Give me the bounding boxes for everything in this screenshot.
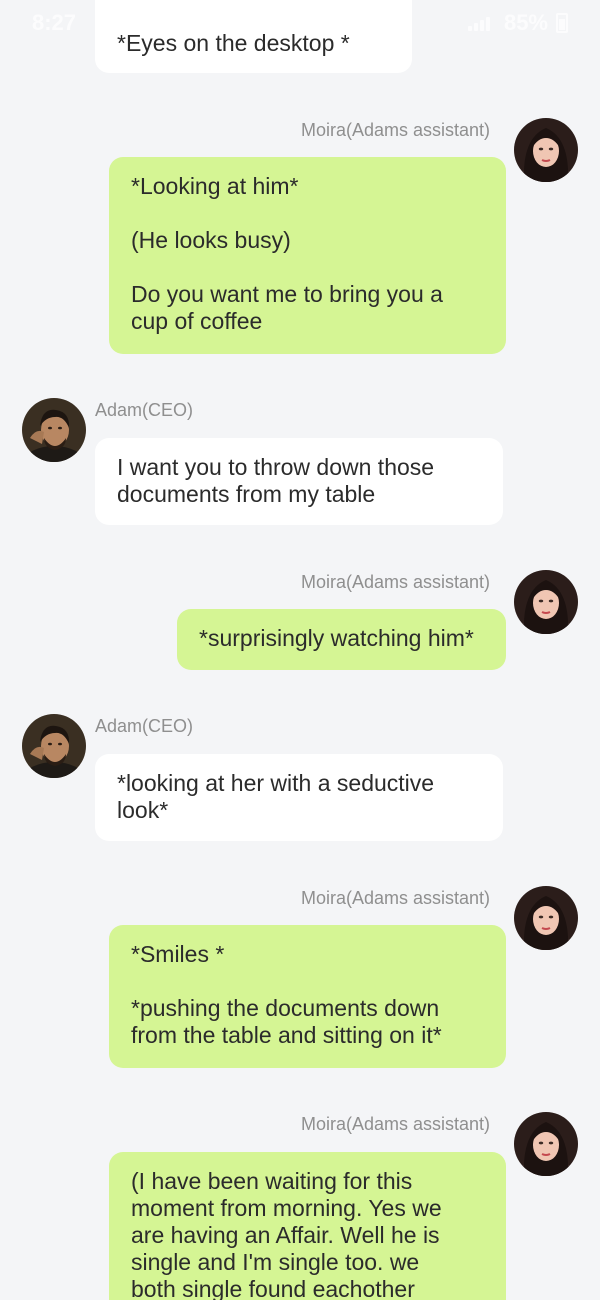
message-text: single and I'm single too. we — [131, 1249, 420, 1275]
status-right: 85% — [467, 10, 568, 36]
message-text: *Smiles * — [131, 941, 225, 967]
assistant-avatar[interactable] — [514, 1112, 578, 1176]
message-text: *pushing the documents down — [131, 995, 440, 1021]
message-text: (I have been waiting for this — [131, 1168, 413, 1194]
ceo-avatar[interactable] — [22, 714, 86, 778]
message-text: *Looking at him* — [131, 173, 299, 199]
message-bubble-outgoing[interactable]: (I have been waiting for this moment fro… — [109, 1152, 506, 1300]
chat-screen: 8:27 85% *Eyes on the desktop * Moira(Ad… — [0, 0, 600, 1300]
message-text: are having an Affair. Well he is — [131, 1222, 440, 1248]
message-bubble-outgoing[interactable]: *Smiles * *pushing the documents down fr… — [109, 925, 506, 1068]
message-bubble-incoming[interactable]: *looking at her with a seductive look* — [95, 754, 503, 841]
message-bubble-incoming[interactable]: *Eyes on the desktop * — [95, 0, 412, 73]
message-text: *surprisingly watching him* — [199, 625, 474, 651]
sender-name-assistant: Moira(Adams assistant) — [301, 1114, 491, 1134]
message-bubble-outgoing[interactable]: *surprisingly watching him* — [177, 609, 506, 670]
message-text: cup of coffee — [131, 308, 263, 334]
message-text: documents from my table — [117, 481, 376, 507]
message-text: both single found eachother — [131, 1276, 415, 1300]
sender-name-ceo: Adam(CEO) — [95, 716, 194, 736]
ceo-avatar[interactable] — [22, 398, 86, 462]
message-text: *looking at her with a seductive — [117, 770, 435, 796]
assistant-avatar[interactable] — [514, 886, 578, 950]
message-text: look* — [117, 797, 169, 823]
sender-name-ceo: Adam(CEO) — [95, 400, 194, 420]
message-text: (He looks busy) — [131, 227, 291, 253]
sender-name-assistant: Moira(Adams assistant) — [301, 120, 491, 140]
message-text: moment from morning. Yes we — [131, 1195, 442, 1221]
signal-icon — [467, 15, 496, 31]
status-time: 8:27 — [32, 10, 77, 35]
message-bubble-outgoing[interactable]: *Looking at him* (He looks busy) Do you … — [109, 157, 506, 354]
assistant-avatar[interactable] — [514, 570, 578, 634]
sender-name-assistant: Moira(Adams assistant) — [301, 888, 491, 908]
message-text: I want you to throw down those — [117, 454, 435, 480]
message-text: from the table and sitting on it* — [131, 1022, 442, 1048]
message-text: *Eyes on the desktop * — [117, 30, 350, 56]
sender-name-assistant: Moira(Adams assistant) — [301, 572, 491, 592]
assistant-avatar[interactable] — [514, 118, 578, 182]
battery-icon — [556, 13, 568, 33]
battery-percent: 85% — [503, 10, 548, 35]
message-bubble-incoming[interactable]: I want you to throw down those documents… — [95, 438, 503, 525]
message-text: Do you want me to bring you a — [131, 281, 443, 307]
